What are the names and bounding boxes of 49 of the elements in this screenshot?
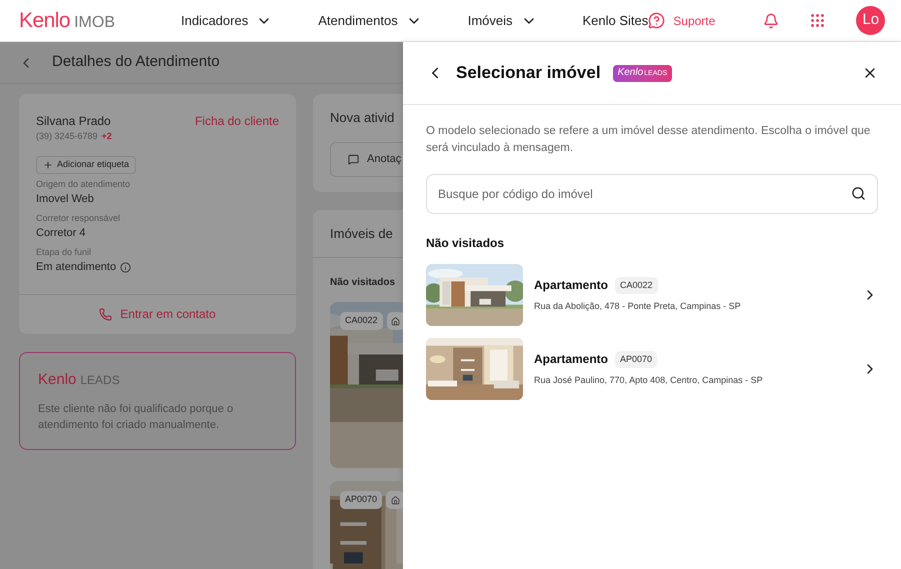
support-link[interactable]: Suporte <box>648 12 716 30</box>
avatar[interactable]: Lo <box>856 6 886 35</box>
nav-item[interactable]: Atendimentos <box>318 10 422 30</box>
property-type: Apartamento <box>534 351 608 368</box>
client-phone: (39) 3245-6789 <box>36 130 98 143</box>
drawer-description: O modelo selecionado se refere a um imóvel desse atendimento. Escolha o imóvel que será vinculado à mensagem. <box>426 124 872 156</box>
property-address: Rua José Paulino, 770, Apto 408, Centro, Campinas - SP <box>534 374 763 388</box>
leads-message: Este cliente não foi qualificado porque o atendimento foi criado manualmente. <box>38 402 234 433</box>
search-icon <box>851 186 866 201</box>
field-label: Etapa do funil <box>36 246 92 259</box>
page-title: Detalhes do Atendimento <box>52 52 220 72</box>
nav-item[interactable]: Imóveis <box>468 10 536 30</box>
search-field[interactable]: Busque por código do imóvel <box>426 174 878 214</box>
property-code: AP0070 <box>340 491 382 509</box>
house-icon <box>386 312 403 330</box>
property-card[interactable]: CA0022 <box>330 302 403 468</box>
property-code: CA0022 <box>615 276 658 294</box>
field-value: Corretor 4 <box>36 226 86 241</box>
logo: Kenlo IMOB <box>19 8 115 34</box>
property-card[interactable]: AP0070 <box>330 481 403 569</box>
phone-icon <box>99 308 112 320</box>
section-title: Não visitados <box>329 276 396 290</box>
field-label: Corretor responsável <box>36 212 122 225</box>
property-type: Apartamento <box>534 277 608 294</box>
property-code: AP0070 <box>615 350 658 368</box>
property-item[interactable]: Apartamento AP0070 Rua José Paulino, 770, Apto 408, Centro, Campinas - SP <box>426 338 878 400</box>
drawer-title: Selecionar imóvel <box>456 62 601 84</box>
client-name: Silvana Prado <box>36 113 111 130</box>
help-icon <box>648 12 666 29</box>
bell-icon[interactable] <box>763 12 780 28</box>
field-value: Em atendimento <box>36 260 116 275</box>
property-item[interactable]: Apartamento CA0022 Rua da Abolição, 478 - Ponte Preta, Campinas - SP <box>426 264 878 326</box>
property-code: CA0022 <box>340 312 383 330</box>
property-address: Rua da Abolição, 478 - Ponte Preta, Campinas - SP <box>534 300 741 314</box>
note-icon <box>348 154 359 164</box>
apps-icon[interactable] <box>809 12 826 29</box>
card-title: Imóveis de <box>330 224 393 243</box>
logo: Kenlo LEADS <box>38 370 121 390</box>
nav-item[interactable]: Kenlo Sites <box>582 10 648 30</box>
section-title: Não visitados <box>426 235 506 252</box>
house-icon <box>386 491 403 509</box>
field-label: Origem do atendimento <box>36 178 132 191</box>
info-icon <box>120 262 132 273</box>
card-title: Nova ativid <box>330 109 396 127</box>
plus-icon <box>43 160 53 170</box>
add-tag-button[interactable]: Adicionar etiqueta <box>36 156 136 174</box>
field-value: Imovel Web <box>36 192 94 207</box>
nav-item[interactable]: Indicadores <box>180 10 272 30</box>
phone-count: +2 <box>102 130 112 143</box>
